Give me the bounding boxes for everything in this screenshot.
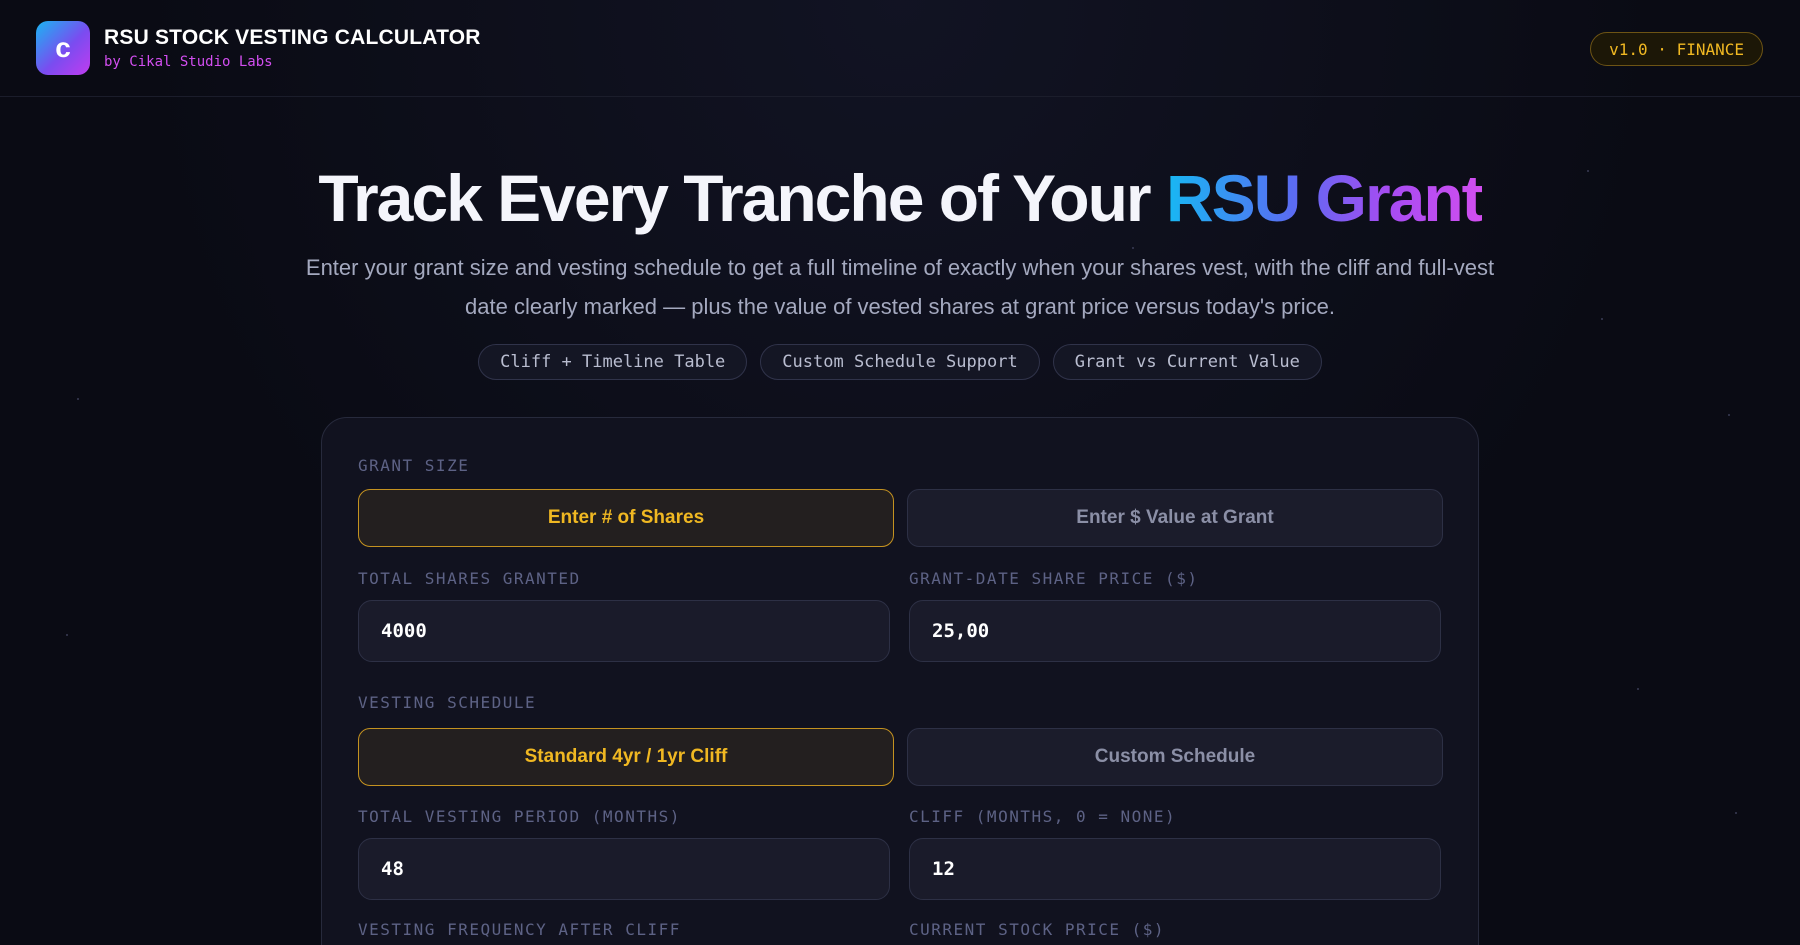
- app-logo: c: [36, 21, 90, 75]
- current-price-label: CURRENT STOCK PRICE ($): [909, 920, 1166, 939]
- background-dot: [1637, 688, 1639, 690]
- vesting-period-label: TOTAL VESTING PERIOD (MONTHS): [358, 807, 681, 826]
- vesting-schedule-label: VESTING SCHEDULE: [358, 693, 537, 712]
- grant-size-label: GRANT SIZE: [358, 456, 470, 475]
- feature-pill: Custom Schedule Support: [760, 344, 1040, 380]
- background-dot: [77, 398, 79, 400]
- version-badge: v1.0 · FINANCE: [1590, 32, 1763, 66]
- brand-block: RSU STOCK VESTING CALCULATOR by Cikal St…: [104, 26, 481, 70]
- total-shares-input[interactable]: 4000: [358, 600, 890, 662]
- background-dot: [1735, 812, 1737, 814]
- background-dot: [1601, 318, 1603, 320]
- feature-pill: Grant vs Current Value: [1052, 344, 1322, 380]
- app-subtitle: by Cikal Studio Labs: [104, 54, 273, 70]
- grant-mode-value-button[interactable]: Enter $ Value at Grant: [907, 489, 1443, 547]
- grant-mode-shares-button[interactable]: Enter # of Shares: [358, 489, 894, 547]
- calculator-card: GRANT SIZE Enter # of Shares Enter $ Val…: [321, 417, 1479, 945]
- vesting-period-input[interactable]: 48: [358, 838, 890, 900]
- total-shares-label: TOTAL SHARES GRANTED: [358, 569, 581, 588]
- hero-title-text: Track Every Tranche of Your: [318, 161, 1166, 235]
- background-dot: [66, 634, 68, 636]
- cliff-label: CLIFF (MONTHS, 0 = NONE): [909, 807, 1177, 826]
- hero-title-highlight: RSU Grant: [1165, 161, 1484, 235]
- feature-pills: Cliff + Timeline Table Custom Schedule S…: [0, 344, 1800, 380]
- app-header: c RSU STOCK VESTING CALCULATOR by Cikal …: [0, 0, 1800, 97]
- app-title: RSU STOCK VESTING CALCULATOR: [104, 26, 481, 49]
- hero-description: Enter your grant size and vesting schedu…: [305, 255, 1495, 319]
- grant-price-input[interactable]: 25,00: [909, 600, 1441, 662]
- hero-title: Track Every Tranche of Your RSU Grant: [0, 160, 1800, 236]
- cliff-input[interactable]: 12: [909, 838, 1441, 900]
- schedule-standard-button[interactable]: Standard 4yr / 1yr Cliff: [358, 728, 894, 786]
- feature-pill: Cliff + Timeline Table: [478, 344, 748, 380]
- grant-price-label: GRANT-DATE SHARE PRICE ($): [909, 569, 1199, 588]
- vesting-frequency-label: VESTING FREQUENCY AFTER CLIFF: [358, 920, 681, 939]
- schedule-custom-button[interactable]: Custom Schedule: [907, 728, 1443, 786]
- background-dot: [1728, 414, 1730, 416]
